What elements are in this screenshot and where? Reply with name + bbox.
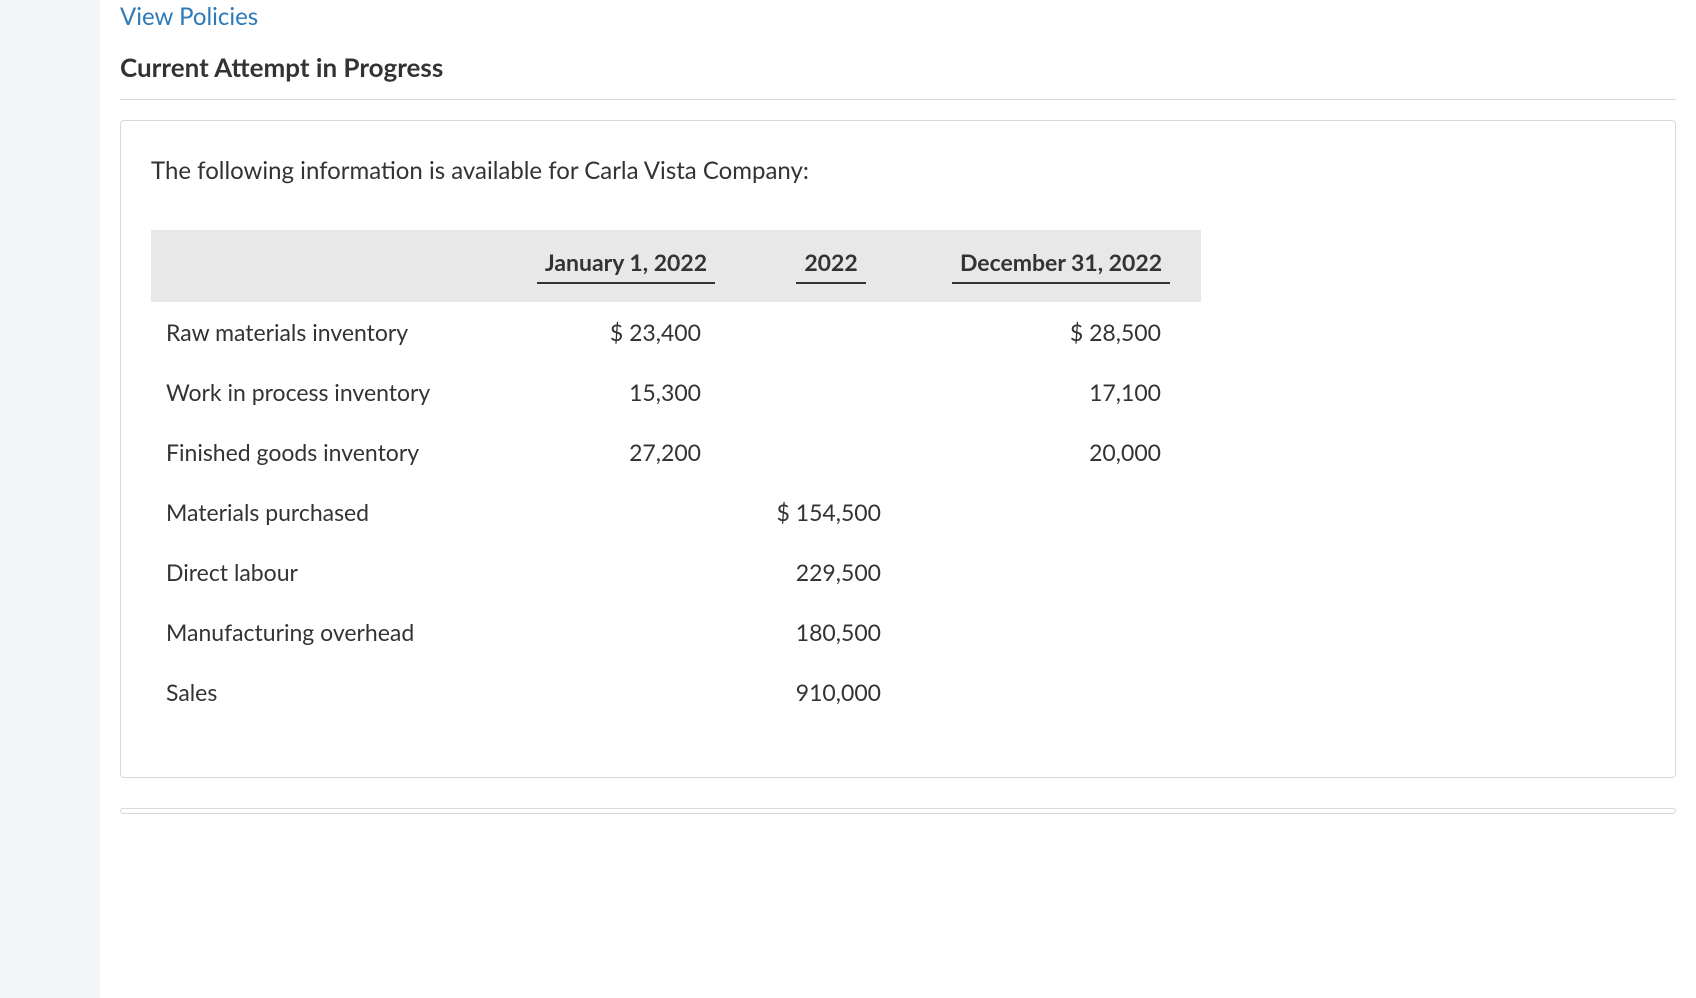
- cell-c3: 20,000: [921, 422, 1201, 482]
- cell-c1: [511, 482, 741, 542]
- cell-c2: 229,500: [741, 542, 921, 602]
- cell-c2: 910,000: [741, 662, 921, 722]
- cell-c1: 27,200: [511, 422, 741, 482]
- col-header-dec31: December 31, 2022: [921, 230, 1201, 302]
- table-row: Direct labour 229,500: [151, 542, 1201, 602]
- cell-c1: 15,300: [511, 362, 741, 422]
- cell-c1: [511, 542, 741, 602]
- cell-c2: $ 154,500: [741, 482, 921, 542]
- cell-c3: 17,100: [921, 362, 1201, 422]
- cell-c2: 180,500: [741, 602, 921, 662]
- cell-c3: $ 28,500: [921, 302, 1201, 362]
- attempt-heading: Current Attempt in Progress: [120, 51, 1676, 99]
- divider: [120, 99, 1676, 100]
- cell-c3: [921, 482, 1201, 542]
- table-row: Manufacturing overhead 180,500: [151, 602, 1201, 662]
- col-header-jan1: January 1, 2022: [511, 230, 741, 302]
- page-container: View Policies Current Attempt in Progres…: [100, 0, 1696, 998]
- view-policies-link[interactable]: View Policies: [120, 0, 258, 31]
- table-row: Materials purchased $ 154,500: [151, 482, 1201, 542]
- row-label: Finished goods inventory: [151, 422, 511, 482]
- row-label: Raw materials inventory: [151, 302, 511, 362]
- cell-c1: $ 23,400: [511, 302, 741, 362]
- data-table: January 1, 2022 2022 December 31, 2022 R…: [151, 230, 1201, 722]
- row-label: Materials purchased: [151, 482, 511, 542]
- cell-c2: [741, 302, 921, 362]
- col-header-2022: 2022: [741, 230, 921, 302]
- cell-c3: [921, 602, 1201, 662]
- cell-c1: [511, 602, 741, 662]
- cell-c3: [921, 542, 1201, 602]
- table-row: Finished goods inventory 27,200 20,000: [151, 422, 1201, 482]
- row-label: Work in process inventory: [151, 362, 511, 422]
- next-section-box: [120, 808, 1676, 814]
- table-row: Raw materials inventory $ 23,400 $ 28,50…: [151, 302, 1201, 362]
- table-row: Work in process inventory 15,300 17,100: [151, 362, 1201, 422]
- cell-c2: [741, 422, 921, 482]
- cell-c3: [921, 662, 1201, 722]
- cell-c1: [511, 662, 741, 722]
- row-label: Direct labour: [151, 542, 511, 602]
- question-prompt: The following information is available f…: [151, 156, 1645, 185]
- table-header-row: January 1, 2022 2022 December 31, 2022: [151, 230, 1201, 302]
- question-box: The following information is available f…: [120, 120, 1676, 778]
- cell-c2: [741, 362, 921, 422]
- row-label: Sales: [151, 662, 511, 722]
- row-label: Manufacturing overhead: [151, 602, 511, 662]
- table-row: Sales 910,000: [151, 662, 1201, 722]
